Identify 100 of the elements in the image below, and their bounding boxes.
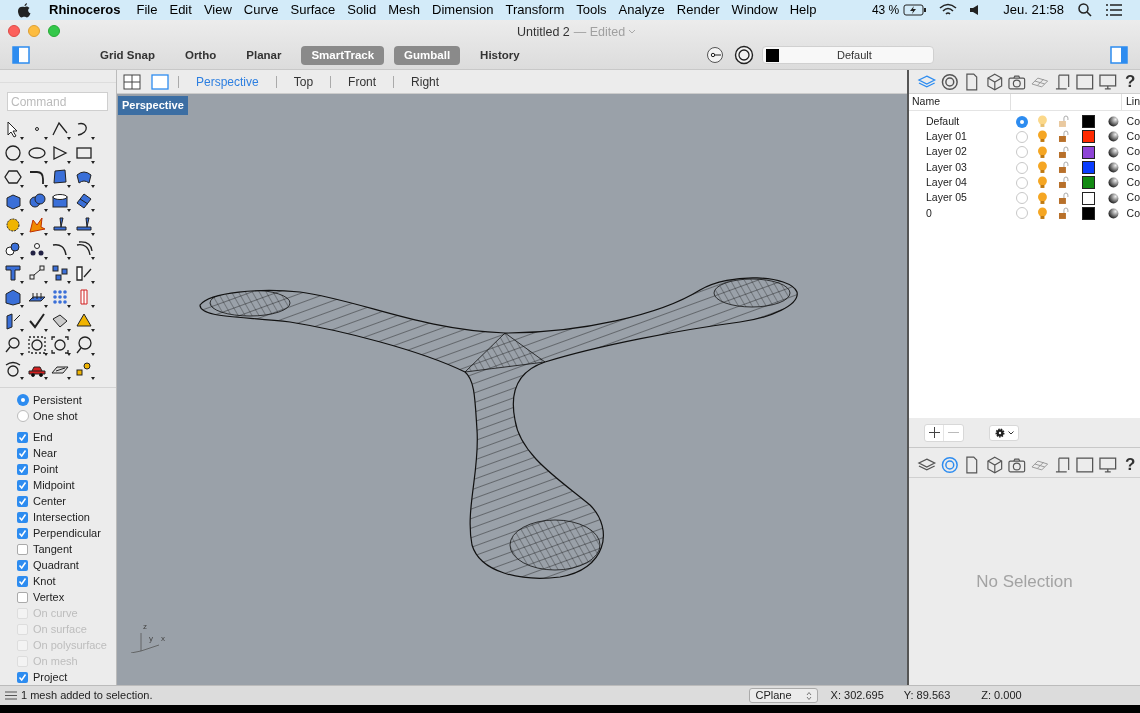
layer-color-swatch[interactable] [1081, 206, 1095, 220]
menu-item[interactable]: Tools [570, 0, 613, 20]
explode-tool-icon[interactable] [26, 215, 49, 237]
search-icon[interactable] [1078, 3, 1092, 17]
lock-icon[interactable] [1057, 206, 1070, 220]
menu-item[interactable]: Analyze [612, 0, 671, 20]
material-tab-icon[interactable] [939, 454, 960, 475]
menu-item[interactable]: View [197, 0, 238, 20]
material-sphere-icon[interactable] [1107, 131, 1119, 143]
menu-item[interactable]: Edit [163, 0, 198, 20]
bulb-icon[interactable] [1037, 145, 1048, 159]
checkbox[interactable] [17, 447, 28, 459]
menu-item[interactable]: File [130, 0, 164, 20]
zoomwin-tool-icon[interactable] [26, 335, 49, 357]
layer-name[interactable]: Layer 04 [909, 174, 1017, 191]
toolbar-toggle[interactable]: Planar [236, 45, 292, 65]
bulb-icon[interactable] [1037, 176, 1048, 190]
checkbox[interactable] [17, 559, 28, 571]
help-tab[interactable]: ? [1120, 73, 1140, 90]
sidebar-toggle-icon[interactable] [12, 46, 30, 65]
lock-icon[interactable] [1057, 145, 1070, 159]
checkbox[interactable] [17, 575, 28, 587]
rotate-tool-icon[interactable] [3, 359, 25, 381]
toolbar-toggle[interactable]: History [470, 45, 530, 65]
layer-color-swatch[interactable] [1081, 176, 1095, 190]
wifi-icon[interactable] [939, 3, 958, 17]
lock-icon[interactable] [1057, 161, 1070, 175]
material-sphere-icon[interactable] [1107, 116, 1119, 128]
panel-toggle-icon[interactable] [1110, 46, 1128, 65]
array-tool-icon[interactable] [50, 263, 72, 285]
battery-icon[interactable] [903, 4, 928, 16]
material-sphere-icon[interactable] [1107, 207, 1119, 219]
monitor-tab-icon[interactable] [1097, 454, 1118, 475]
menu-item[interactable]: Curve [237, 0, 285, 20]
app-menu[interactable]: Rhinoceros [49, 0, 121, 20]
layer-name[interactable]: Layer 02 [909, 144, 1017, 161]
frame-tab-icon[interactable] [1075, 454, 1095, 475]
layer-color-swatch[interactable] [1081, 145, 1095, 159]
options-dropdown[interactable] [989, 424, 1019, 441]
layer-name[interactable]: Layer 01 [909, 129, 1017, 145]
split-tool-icon[interactable] [50, 215, 72, 237]
checkbox[interactable] [17, 543, 28, 555]
checkbox[interactable] [17, 591, 28, 603]
notification-list-icon[interactable] [1106, 4, 1122, 16]
viewport-label[interactable]: Perspective [118, 96, 188, 115]
help-tab[interactable]: ? [1120, 456, 1140, 473]
linetype-cell[interactable]: Co [1126, 129, 1140, 145]
layer-dropdown[interactable]: Default [761, 46, 934, 65]
spheres-tool-icon[interactable] [26, 191, 49, 213]
checkbox[interactable] [17, 527, 28, 539]
zoomext-tool-icon[interactable] [50, 335, 72, 357]
linetype-cell[interactable]: Co [1126, 190, 1140, 206]
layer-name[interactable]: 0 [909, 205, 1017, 222]
current-layer-radio[interactable] [1016, 115, 1028, 128]
menu-item[interactable]: Mesh [382, 0, 427, 20]
menu-item[interactable]: Help [783, 0, 823, 20]
linetype-cell[interactable]: Co [1126, 144, 1140, 161]
layer-name[interactable]: Default [909, 113, 1017, 130]
checkbox[interactable] [17, 495, 28, 507]
check-tool-icon[interactable] [26, 311, 49, 333]
menu-item[interactable]: Dimension [426, 0, 500, 20]
lock-icon[interactable] [1057, 191, 1070, 205]
menu-icon[interactable] [5, 691, 17, 700]
checkbox[interactable] [17, 511, 28, 523]
menu-item[interactable]: Surface [284, 0, 342, 20]
box-tab-icon[interactable] [984, 454, 1005, 475]
menu-item[interactable]: Window [725, 0, 784, 20]
material-circle-icon[interactable] [733, 45, 754, 66]
trim-tool-icon[interactable] [73, 215, 96, 237]
zoom-tool-icon[interactable] [3, 335, 25, 357]
radio-button[interactable] [17, 394, 29, 406]
menu-item[interactable]: Render [670, 0, 726, 20]
shapes-tool-icon[interactable] [73, 359, 96, 381]
linetype-cell[interactable]: Co [1126, 113, 1140, 130]
viewport-tab[interactable]: Top [285, 72, 322, 91]
checkbox[interactable] [17, 671, 28, 683]
extrude-tool-icon[interactable] [3, 311, 25, 333]
material-tab-icon[interactable] [939, 71, 960, 92]
layer-color-swatch[interactable] [1081, 161, 1095, 175]
cylinder-tool-icon[interactable] [50, 191, 72, 213]
polygon-tool-icon[interactable] [3, 167, 25, 189]
material-sphere-icon[interactable] [1107, 192, 1119, 204]
text-tool-icon[interactable] [3, 263, 25, 285]
box-tab-icon[interactable] [984, 71, 1005, 92]
bulb-icon[interactable] [1037, 191, 1048, 205]
lock-icon[interactable] [1057, 130, 1070, 144]
column-header[interactable]: Lin [1122, 94, 1140, 110]
checkbox[interactable] [17, 463, 28, 475]
material-sphere-icon[interactable] [1107, 146, 1119, 158]
menu-item[interactable]: Solid [341, 0, 383, 20]
menu-item[interactable]: Transform [499, 0, 571, 20]
circle-tool-icon[interactable] [3, 143, 25, 165]
layer-name[interactable]: Layer 05 [909, 190, 1017, 206]
layer-color-swatch[interactable] [1081, 130, 1095, 144]
layer-color-swatch[interactable] [1081, 191, 1095, 205]
viewport-tab[interactable]: Front [340, 72, 385, 91]
pyramid-tool-icon[interactable] [73, 311, 96, 333]
menu-clock[interactable]: Jeu. 21:58 [1003, 0, 1064, 20]
layer-name[interactable]: Layer 03 [909, 159, 1017, 176]
bulb-icon[interactable] [1037, 206, 1048, 220]
